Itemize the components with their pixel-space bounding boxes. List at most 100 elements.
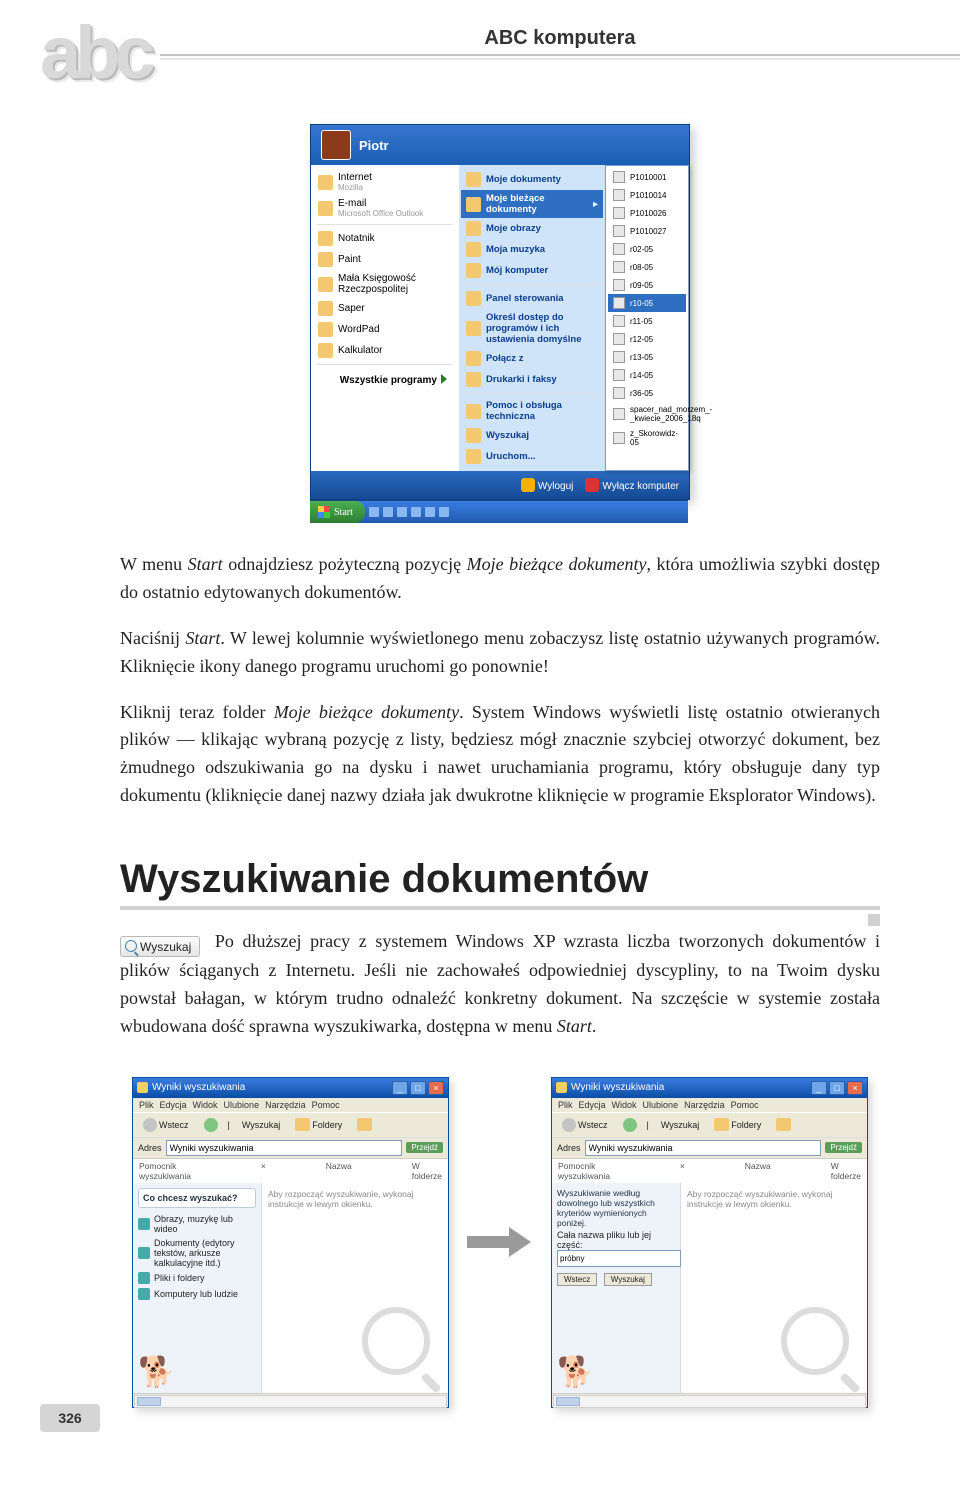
document-icon bbox=[138, 1247, 150, 1259]
forward-icon bbox=[623, 1118, 637, 1132]
recent-file[interactable]: r36-05 bbox=[608, 384, 686, 402]
back-button[interactable]: Wstecz bbox=[557, 1116, 613, 1134]
back-icon bbox=[143, 1118, 157, 1132]
quicklaunch-icon[interactable] bbox=[411, 507, 421, 517]
places-item[interactable]: Drukarki i faksy bbox=[461, 369, 603, 390]
menubar[interactable]: PlikEdycjaWidokUlubioneNarzędziaPomoc bbox=[552, 1098, 867, 1112]
places-item[interactable]: Uruchom... bbox=[461, 446, 603, 467]
minimize-button[interactable]: _ bbox=[811, 1081, 827, 1095]
help-icon bbox=[466, 404, 481, 419]
header-rule bbox=[160, 54, 960, 56]
minimize-button[interactable]: _ bbox=[392, 1081, 408, 1095]
recent-file[interactable]: P1010027 bbox=[608, 222, 686, 240]
recent-file[interactable]: r13-05 bbox=[608, 348, 686, 366]
page-number: 326 bbox=[40, 1404, 100, 1432]
recent-file[interactable]: r11-05 bbox=[608, 312, 686, 330]
places-item[interactable]: Moje dokumenty bbox=[461, 169, 603, 190]
search-button[interactable]: Wyszukaj bbox=[654, 1118, 704, 1132]
quicklaunch-icon[interactable] bbox=[383, 507, 393, 517]
recent-file[interactable]: r12-05 bbox=[608, 330, 686, 348]
search-button[interactable]: Wyszukaj bbox=[604, 1273, 652, 1286]
recent-file[interactable]: P1010014 bbox=[608, 186, 686, 204]
computer-icon bbox=[466, 263, 481, 278]
places-item[interactable]: Moja muzyka bbox=[461, 239, 603, 260]
recent-file[interactable]: P1010026 bbox=[608, 204, 686, 222]
maximize-button[interactable]: □ bbox=[410, 1081, 426, 1095]
recent-file[interactable]: r09-05 bbox=[608, 276, 686, 294]
program-item[interactable]: Notatnik bbox=[313, 228, 457, 249]
defaults-icon bbox=[466, 321, 481, 336]
titlebar: Wyniki wyszukiwania_□× bbox=[133, 1078, 448, 1098]
all-programs[interactable]: Wszystkie programy bbox=[313, 368, 457, 392]
program-item[interactable]: InternetMozilla bbox=[313, 169, 457, 195]
control-panel-icon bbox=[466, 291, 481, 306]
quicklaunch-icon[interactable] bbox=[397, 507, 407, 517]
recent-docs-submenu: P1010001 P1010014 P1010026 P1010027 r02-… bbox=[605, 165, 689, 471]
user-name: Piotr bbox=[359, 138, 389, 153]
search-option[interactable]: Komputery lub ludzie bbox=[138, 1288, 256, 1300]
places-item[interactable]: Wyszukaj bbox=[461, 425, 603, 446]
start-button[interactable]: Start bbox=[310, 501, 365, 523]
go-button[interactable]: Przejdź bbox=[825, 1142, 862, 1153]
address-input[interactable] bbox=[166, 1140, 403, 1156]
program-item[interactable]: E-mailMicrosoft Office Outlook bbox=[313, 195, 457, 221]
places-item[interactable]: Mój komputer bbox=[461, 260, 603, 281]
folders-button[interactable]: Foldery bbox=[290, 1116, 347, 1133]
recent-file[interactable]: spacer_nad_morzem_-_kwiecie_2006_18q bbox=[608, 402, 686, 426]
program-icon bbox=[318, 231, 333, 246]
back-icon bbox=[562, 1118, 576, 1132]
search-windows-row: Wyniki wyszukiwania_□× PlikEdycjaWidokUl… bbox=[120, 1077, 880, 1408]
places-item[interactable]: Określ dostęp do programów i ich ustawie… bbox=[461, 309, 603, 348]
search-button[interactable]: Wyszukaj bbox=[235, 1118, 285, 1132]
places-item[interactable]: Połącz z bbox=[461, 348, 603, 369]
back-button[interactable]: Wstecz bbox=[138, 1116, 194, 1134]
quicklaunch-icon[interactable] bbox=[439, 507, 449, 517]
places-item[interactable]: Panel sterowania bbox=[461, 288, 603, 309]
places-item-recent-docs[interactable]: Moje bieżące dokumenty▸ bbox=[461, 190, 603, 218]
close-button[interactable]: × bbox=[847, 1081, 863, 1095]
back-button[interactable]: Wstecz bbox=[557, 1273, 597, 1286]
recent-file[interactable]: r02-05 bbox=[608, 240, 686, 258]
views-button[interactable] bbox=[352, 1116, 377, 1133]
recent-file[interactable]: r14-05 bbox=[608, 366, 686, 384]
program-item[interactable]: WordPad bbox=[313, 319, 457, 340]
places-item[interactable]: Pomoc i obsługa techniczna bbox=[461, 397, 603, 425]
folder-icon bbox=[466, 242, 481, 257]
file-icon bbox=[613, 189, 625, 201]
scrollbar[interactable] bbox=[134, 1395, 447, 1408]
views-button[interactable] bbox=[771, 1116, 796, 1133]
quicklaunch-icon[interactable] bbox=[369, 507, 379, 517]
results-pane: Aby rozpocząć wyszukiwanie, wykonaj inst… bbox=[262, 1183, 448, 1393]
scrollbar[interactable] bbox=[553, 1395, 866, 1408]
file-icon bbox=[613, 243, 625, 255]
program-item[interactable]: Saper bbox=[313, 298, 457, 319]
folders-button[interactable]: Foldery bbox=[709, 1116, 766, 1133]
close-button[interactable]: × bbox=[428, 1081, 444, 1095]
go-button[interactable]: Przejdź bbox=[406, 1142, 443, 1153]
recent-file[interactable]: z_Skorowidz-05 bbox=[608, 426, 686, 450]
maximize-button[interactable]: □ bbox=[829, 1081, 845, 1095]
computer-icon bbox=[138, 1288, 150, 1300]
program-item[interactable]: Mała Księgowość Rzeczpospolitej bbox=[313, 270, 457, 298]
search-option[interactable]: Obrazy, muzykę lub wideo bbox=[138, 1214, 256, 1234]
places-item[interactable]: Moje obrazy bbox=[461, 218, 603, 239]
filename-input[interactable] bbox=[557, 1250, 681, 1267]
logoff-button[interactable]: Wyloguj bbox=[521, 478, 573, 492]
forward-button[interactable] bbox=[199, 1116, 223, 1134]
views-icon bbox=[776, 1118, 791, 1131]
program-item[interactable]: Kalkulator bbox=[313, 340, 457, 361]
search-option[interactable]: Dokumenty (edytory tekstów, arkusze kalk… bbox=[138, 1238, 256, 1268]
search-dog-icon: 🐕 bbox=[138, 1358, 256, 1388]
shutdown-button[interactable]: Wyłącz komputer bbox=[585, 478, 679, 492]
menubar[interactable]: PlikEdycjaWidokUlubioneNarzędziaPomoc bbox=[133, 1098, 448, 1112]
forward-button[interactable] bbox=[618, 1116, 642, 1134]
recent-file[interactable]: r10-05 bbox=[608, 294, 686, 312]
program-icon bbox=[318, 277, 333, 292]
quicklaunch-icon[interactable] bbox=[425, 507, 435, 517]
folder-icon bbox=[466, 197, 481, 212]
address-input[interactable] bbox=[585, 1140, 822, 1156]
recent-file[interactable]: P1010001 bbox=[608, 168, 686, 186]
recent-file[interactable]: r08-05 bbox=[608, 258, 686, 276]
search-option[interactable]: Pliki i foldery bbox=[138, 1272, 256, 1284]
program-item[interactable]: Paint bbox=[313, 249, 457, 270]
